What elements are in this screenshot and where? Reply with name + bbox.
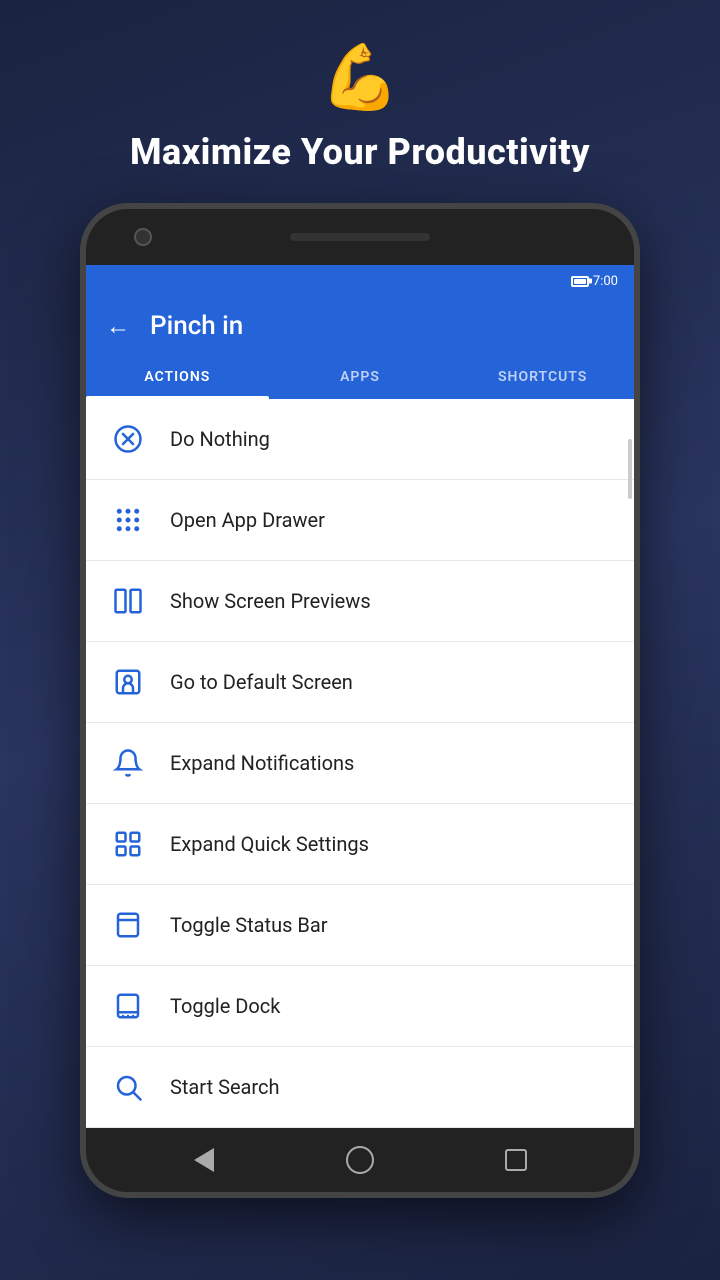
list-item-expand-quick-settings[interactable]: Expand Quick Settings bbox=[86, 804, 634, 885]
nav-back-button[interactable] bbox=[186, 1142, 222, 1178]
app-bar: ← Pinch in bbox=[86, 297, 634, 355]
nav-recents-icon bbox=[505, 1149, 527, 1171]
phone-speaker bbox=[290, 233, 430, 241]
list-label-expand-notifications: Expand Notifications bbox=[170, 751, 354, 775]
tab-actions[interactable]: ACTIONS bbox=[86, 355, 269, 399]
bell-icon bbox=[110, 745, 146, 781]
battery-icon bbox=[571, 276, 589, 287]
home-screen-icon bbox=[110, 664, 146, 700]
battery-indicator: 7:00 bbox=[571, 274, 618, 289]
list-label-do-nothing: Do Nothing bbox=[170, 427, 270, 451]
dock-icon bbox=[110, 988, 146, 1024]
list-label-expand-quick-settings: Expand Quick Settings bbox=[170, 832, 369, 856]
tab-bar: ACTIONS APPS SHORTCUTS bbox=[86, 355, 634, 399]
list-label-show-screen-previews: Show Screen Previews bbox=[170, 589, 371, 613]
phone-top-bar bbox=[86, 209, 634, 265]
phone-camera bbox=[134, 228, 152, 246]
screen-inner: Do Nothing bbox=[86, 399, 634, 1128]
list-item-show-screen-previews[interactable]: Show Screen Previews bbox=[86, 561, 634, 642]
list-item-toggle-status-bar[interactable]: Toggle Status Bar bbox=[86, 885, 634, 966]
list-item-start-search[interactable]: Start Search bbox=[86, 1047, 634, 1128]
list-label-toggle-status-bar: Toggle Status Bar bbox=[170, 913, 328, 937]
nav-recents-button[interactable] bbox=[498, 1142, 534, 1178]
scrollbar-track bbox=[626, 399, 634, 1128]
quick-settings-icon bbox=[110, 826, 146, 862]
search-icon bbox=[110, 1069, 146, 1105]
list-item-do-nothing[interactable]: Do Nothing bbox=[86, 399, 634, 480]
app-bar-title: Pinch in bbox=[150, 311, 243, 341]
list-item-open-app-drawer[interactable]: Open App Drawer bbox=[86, 480, 634, 561]
x-circle-icon bbox=[110, 421, 146, 457]
list-item-go-to-default-screen[interactable]: Go to Default Screen bbox=[86, 642, 634, 723]
nav-home-button[interactable] bbox=[342, 1142, 378, 1178]
status-bar-icon bbox=[110, 907, 146, 943]
tab-apps[interactable]: APPS bbox=[269, 355, 452, 399]
list-label-toggle-dock: Toggle Dock bbox=[170, 994, 280, 1018]
clock-time: 7:00 bbox=[593, 274, 618, 289]
columns-icon bbox=[110, 583, 146, 619]
back-button[interactable]: ← bbox=[106, 312, 130, 341]
phone-bottom-bar bbox=[86, 1128, 634, 1192]
list-label-open-app-drawer: Open App Drawer bbox=[170, 508, 325, 532]
list-label-start-search: Start Search bbox=[170, 1075, 280, 1099]
grid-icon bbox=[110, 502, 146, 538]
status-bar: 7:00 bbox=[86, 265, 634, 297]
headline: Maximize Your Productivity bbox=[130, 131, 590, 173]
phone-frame: 7:00 ← Pinch in ACTIONS APPS SHORTCUTS bbox=[80, 203, 640, 1198]
nav-back-icon bbox=[194, 1148, 214, 1172]
phone-screen: 7:00 ← Pinch in ACTIONS APPS SHORTCUTS bbox=[86, 265, 634, 1128]
top-section: 💪 Maximize Your Productivity bbox=[130, 0, 590, 203]
nav-home-icon bbox=[346, 1146, 374, 1174]
scrollbar-thumb bbox=[628, 439, 632, 499]
actions-list: Do Nothing bbox=[86, 399, 634, 1128]
list-label-go-to-default-screen: Go to Default Screen bbox=[170, 670, 353, 694]
list-item-toggle-dock[interactable]: Toggle Dock bbox=[86, 966, 634, 1047]
list-item-expand-notifications[interactable]: Expand Notifications bbox=[86, 723, 634, 804]
tab-shortcuts[interactable]: SHORTCUTS bbox=[451, 355, 634, 399]
emoji-icon: 💪 bbox=[320, 40, 400, 115]
